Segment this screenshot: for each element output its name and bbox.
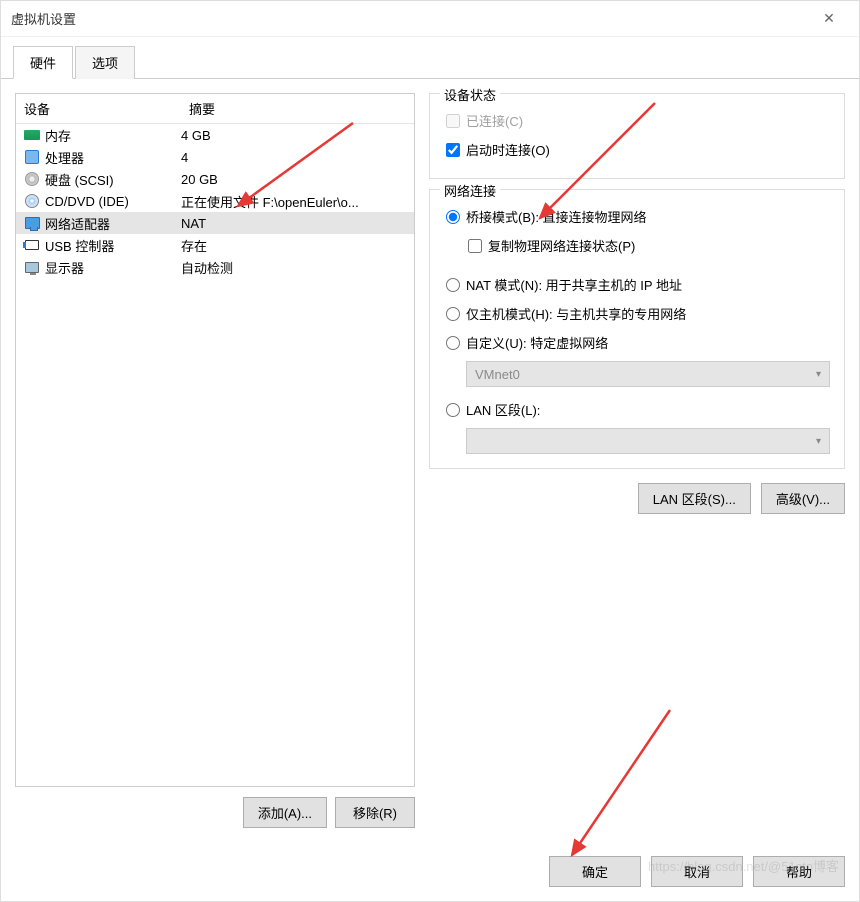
- connected-label: 已连接(C): [466, 111, 523, 130]
- remove-button[interactable]: 移除(R): [335, 797, 415, 828]
- device-row-network[interactable]: 网络适配器 NAT: [16, 212, 414, 234]
- network-icon: [22, 215, 42, 231]
- custom-input[interactable]: [446, 336, 460, 350]
- device-table: 设备 摘要 内存 4 GB 处理器 4 硬盘 (SCSI) 20 GB: [15, 93, 415, 787]
- hostonly-label: 仅主机模式(H): 与主机共享的专用网络: [466, 304, 686, 323]
- nat-radio[interactable]: NAT 模式(N): 用于共享主机的 IP 地址: [444, 270, 830, 299]
- lan-label: LAN 区段(L):: [466, 400, 540, 419]
- device-summary: 自动检测: [181, 258, 414, 277]
- close-button[interactable]: ✕: [809, 1, 849, 36]
- connected-input: [446, 114, 460, 128]
- ok-button[interactable]: 确定: [549, 856, 641, 887]
- device-row-memory[interactable]: 内存 4 GB: [16, 124, 414, 146]
- cpu-icon: [22, 149, 42, 165]
- device-summary: 4: [181, 150, 414, 165]
- connect-on-start-input[interactable]: [446, 143, 460, 157]
- col-header-device[interactable]: 设备: [16, 94, 181, 123]
- device-summary: 4 GB: [181, 128, 414, 143]
- device-label: 内存: [45, 126, 181, 145]
- connect-on-start-label: 启动时连接(O): [466, 140, 550, 159]
- close-icon: ✕: [823, 10, 835, 27]
- bridged-label: 桥接模式(B): 直接连接物理网络: [466, 207, 647, 226]
- replicate-label: 复制物理网络连接状态(P): [488, 236, 635, 255]
- group-title: 网络连接: [440, 181, 500, 200]
- device-summary: 正在使用文件 F:\openEuler\o...: [181, 192, 414, 211]
- connect-on-start-checkbox[interactable]: 启动时连接(O): [444, 135, 830, 164]
- device-label: USB 控制器: [45, 236, 181, 255]
- custom-vmnet-value: VMnet0: [475, 367, 520, 382]
- device-row-display[interactable]: 显示器 自动检测: [16, 256, 414, 278]
- device-row-usb[interactable]: USB 控制器 存在: [16, 234, 414, 256]
- usb-icon: [22, 237, 42, 253]
- chevron-down-icon: ▾: [816, 369, 821, 380]
- device-summary: 存在: [181, 236, 414, 255]
- device-row-disk[interactable]: 硬盘 (SCSI) 20 GB: [16, 168, 414, 190]
- monitor-icon: [22, 259, 42, 275]
- device-row-cddvd[interactable]: CD/DVD (IDE) 正在使用文件 F:\openEuler\o...: [16, 190, 414, 212]
- device-label: CD/DVD (IDE): [45, 194, 181, 209]
- device-label: 处理器: [45, 148, 181, 167]
- hostonly-input[interactable]: [446, 307, 460, 321]
- custom-radio[interactable]: 自定义(U): 特定虚拟网络: [444, 328, 830, 357]
- bridged-input[interactable]: [446, 210, 460, 224]
- device-summary: 20 GB: [181, 172, 414, 187]
- device-label: 显示器: [45, 258, 181, 277]
- device-row-cpu[interactable]: 处理器 4: [16, 146, 414, 168]
- group-title: 设备状态: [440, 85, 500, 104]
- lan-radio[interactable]: LAN 区段(L):: [444, 395, 830, 424]
- memory-icon: [22, 127, 42, 143]
- help-button[interactable]: 帮助: [753, 856, 845, 887]
- connected-checkbox: 已连接(C): [444, 106, 830, 135]
- custom-vmnet-select: VMnet0 ▾: [466, 361, 830, 387]
- custom-label: 自定义(U): 特定虚拟网络: [466, 333, 608, 352]
- network-connection-group: 网络连接 桥接模式(B): 直接连接物理网络 复制物理网络连接状态(P) NAT…: [429, 189, 845, 469]
- hostonly-radio[interactable]: 仅主机模式(H): 与主机共享的专用网络: [444, 299, 830, 328]
- nat-input[interactable]: [446, 278, 460, 292]
- lan-segments-button[interactable]: LAN 区段(S)...: [638, 483, 751, 514]
- cd-icon: [22, 193, 42, 209]
- replicate-input[interactable]: [468, 239, 482, 253]
- device-label: 硬盘 (SCSI): [45, 170, 181, 189]
- bridged-radio[interactable]: 桥接模式(B): 直接连接物理网络: [444, 202, 830, 231]
- window-title: 虚拟机设置: [11, 9, 809, 28]
- replicate-checkbox[interactable]: 复制物理网络连接状态(P): [466, 231, 830, 260]
- device-status-group: 设备状态 已连接(C) 启动时连接(O): [429, 93, 845, 179]
- col-header-summary[interactable]: 摘要: [181, 94, 414, 123]
- lan-input[interactable]: [446, 403, 460, 417]
- tab-options[interactable]: 选项: [75, 46, 135, 79]
- disk-icon: [22, 171, 42, 187]
- add-button[interactable]: 添加(A)...: [243, 797, 327, 828]
- chevron-down-icon: ▾: [816, 436, 821, 447]
- tab-hardware[interactable]: 硬件: [13, 46, 73, 79]
- advanced-button[interactable]: 高级(V)...: [761, 483, 845, 514]
- lan-segment-select: ▾: [466, 428, 830, 454]
- cancel-button[interactable]: 取消: [651, 856, 743, 887]
- device-label: 网络适配器: [45, 214, 181, 233]
- device-summary: NAT: [181, 216, 414, 231]
- nat-label: NAT 模式(N): 用于共享主机的 IP 地址: [466, 275, 682, 294]
